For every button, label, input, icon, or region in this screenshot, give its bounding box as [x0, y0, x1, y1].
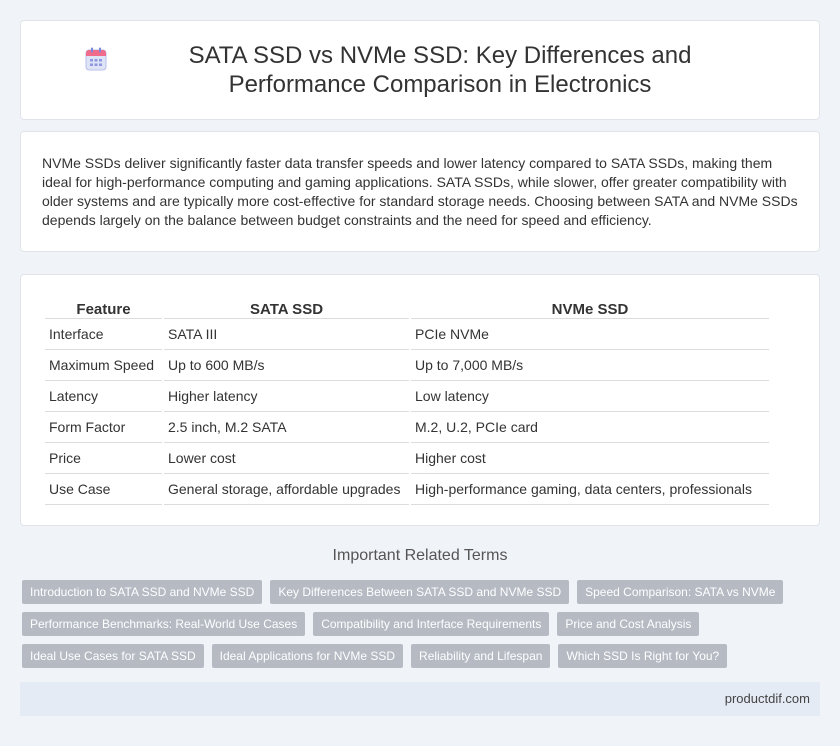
table-row: Form Factor 2.5 inch, M.2 SATA M.2, U.2,…	[45, 412, 769, 443]
tag-link[interactable]: Ideal Use Cases for SATA SSD	[22, 644, 204, 668]
tag-link[interactable]: Key Differences Between SATA SSD and NVM…	[270, 580, 570, 604]
tag-link[interactable]: Price and Cost Analysis	[557, 612, 700, 636]
tag-link[interactable]: Ideal Applications for NVMe SSD	[211, 644, 404, 668]
cell-feature: Interface	[45, 319, 162, 350]
cell-feature: Price	[45, 443, 162, 474]
tag-link[interactable]: Performance Benchmarks: Real-World Use C…	[22, 612, 306, 636]
cell-nvme: Higher cost	[411, 443, 769, 474]
table-header-row: Feature SATA SSD NVMe SSD	[45, 297, 769, 319]
intro-card: NVMe SSDs deliver significantly faster d…	[20, 131, 820, 252]
related-terms-title: Important Related Terms	[332, 547, 508, 564]
cell-sata: General storage, affordable upgrades	[164, 474, 409, 505]
cell-sata: Up to 600 MB/s	[164, 350, 409, 381]
cell-nvme: M.2, U.2, PCIe card	[411, 412, 769, 443]
page-title: SATA SSD vs NVMe SSD: Key Differences an…	[188, 42, 692, 98]
header-sata: SATA SSD	[164, 297, 409, 319]
comparison-table: Feature SATA SSD NVMe SSD Interface SATA…	[43, 297, 771, 505]
cell-sata: 2.5 inch, M.2 SATA	[164, 412, 409, 443]
comparison-card: Feature SATA SSD NVMe SSD Interface SATA…	[20, 274, 820, 526]
table-row: Maximum Speed Up to 600 MB/s Up to 7,000…	[45, 350, 769, 381]
header-feature: Feature	[45, 297, 162, 319]
tag-row: Introduction to SATA SSD and NVMe SSD Ke…	[22, 580, 812, 604]
table-row: Price Lower cost Higher cost	[45, 443, 769, 474]
header-card: SATA SSD vs NVMe SSD: Key Differences an…	[20, 20, 820, 120]
cell-sata: SATA III	[164, 319, 409, 350]
table-row: Use Case General storage, affordable upg…	[45, 474, 769, 505]
cell-nvme: Low latency	[411, 381, 769, 412]
cell-nvme: PCIe NVMe	[411, 319, 769, 350]
cell-feature: Use Case	[45, 474, 162, 505]
footer-site: productdif.com	[724, 691, 810, 706]
table-row: Interface SATA III PCIe NVMe	[45, 319, 769, 350]
tag-link[interactable]: Reliability and Lifespan	[411, 644, 551, 668]
tag-link[interactable]: Introduction to SATA SSD and NVMe SSD	[22, 580, 263, 604]
tag-row: Ideal Use Cases for SATA SSD Ideal Appli…	[22, 644, 812, 668]
intro-paragraph: NVMe SSDs deliver significantly faster d…	[42, 155, 798, 228]
cell-sata: Lower cost	[164, 443, 409, 474]
header-nvme: NVMe SSD	[411, 297, 769, 319]
cell-feature: Maximum Speed	[45, 350, 162, 381]
cell-feature: Latency	[45, 381, 162, 412]
footer: productdif.com	[20, 682, 820, 716]
related-terms-list: Introduction to SATA SSD and NVMe SSD Ke…	[22, 580, 812, 676]
tag-link[interactable]: Speed Comparison: SATA vs NVMe	[577, 580, 784, 604]
cell-nvme: High-performance gaming, data centers, p…	[411, 474, 769, 505]
cell-nvme: Up to 7,000 MB/s	[411, 350, 769, 381]
tag-link[interactable]: Compatibility and Interface Requirements	[313, 612, 550, 636]
tag-link[interactable]: Which SSD Is Right for You?	[558, 644, 728, 668]
cell-feature: Form Factor	[45, 412, 162, 443]
cell-sata: Higher latency	[164, 381, 409, 412]
tag-row: Performance Benchmarks: Real-World Use C…	[22, 612, 812, 636]
table-row: Latency Higher latency Low latency	[45, 381, 769, 412]
